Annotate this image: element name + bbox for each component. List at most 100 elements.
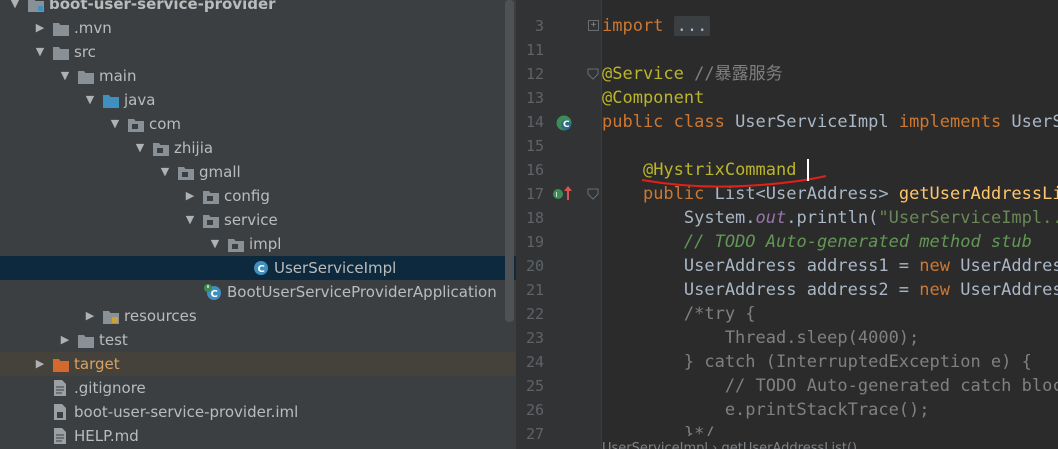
code-token: @Component (602, 88, 705, 108)
code-editor[interactable]: import ... @Service //暴露服务 @Component publi… (602, 0, 1058, 449)
tree-scrollbar[interactable] (505, 0, 514, 322)
module-folder-icon (28, 0, 44, 12)
tree-item-com[interactable]: ▼ com (0, 112, 516, 136)
chevron-down-icon[interactable]: ▼ (183, 208, 197, 232)
spring-boot-class-icon: C (203, 283, 221, 300)
code-line[interactable]: @Service //暴露服务 (602, 62, 783, 86)
chevron-down-icon[interactable]: ▼ (33, 40, 47, 64)
line-number: 22 (525, 305, 544, 323)
spring-bean-icon[interactable]: C (555, 114, 573, 132)
tree-item-help-md[interactable]: HELP.md (0, 424, 516, 448)
tree-item-main[interactable]: ▼ main (0, 64, 516, 88)
tree-item-label: .gitignore (74, 379, 146, 397)
code-token: UserService { (1011, 112, 1058, 132)
breadcrumb-text: UserServiceImpl › getUserAddressList() (602, 441, 858, 449)
line-number: 16 (525, 161, 544, 179)
package-icon (128, 117, 144, 132)
code-line[interactable]: // TODO Auto-generated method stub (602, 230, 1032, 254)
chevron-down-icon[interactable]: ▼ (108, 112, 122, 136)
chevron-down-icon[interactable]: ▼ (8, 0, 22, 16)
code-token: /*try { (683, 304, 756, 324)
chevron-down-icon[interactable]: ▼ (83, 88, 97, 112)
code-line[interactable]: } catch (InterruptedException e) { (602, 350, 1032, 374)
code-line[interactable]: System.out.println("UserServiceImpl.....… (602, 206, 1058, 230)
code-line[interactable]: @Component (602, 86, 704, 110)
code-token: import (602, 16, 674, 36)
package-icon (178, 165, 194, 180)
line-number: 23 (525, 329, 544, 347)
tree-item-label: zhijia (174, 139, 214, 157)
code-line[interactable]: /*try { (602, 302, 756, 326)
chevron-right-icon[interactable]: ▶ (58, 328, 72, 352)
chevron-right-icon[interactable]: ▶ (183, 184, 197, 208)
tree-item-label: boot-user-service-provider (49, 0, 276, 13)
tree-item-config[interactable]: ▶ config (0, 184, 516, 208)
package-icon (203, 189, 219, 204)
code-token: @Service (602, 64, 695, 84)
code-token: out (755, 208, 787, 228)
implements-method-icon[interactable]: I (551, 185, 573, 203)
code-token: "UserServiceImpl.....old..." (878, 208, 1058, 228)
tree-item-label: gmall (199, 163, 241, 181)
svg-text:C: C (258, 264, 265, 275)
tree-item-impl[interactable]: ▼ impl (0, 232, 516, 256)
tree-item-target[interactable]: ▶ target (0, 352, 516, 376)
tree-item-zhijia[interactable]: ▼ zhijia (0, 136, 516, 160)
code-line[interactable]: UserAddress address1 = new UserAddress(1… (602, 254, 1058, 278)
chevron-down-icon[interactable]: ▼ (58, 64, 72, 88)
line-number: 18 (525, 209, 544, 227)
line-number: 19 (525, 233, 544, 251)
tree-item-label: service (224, 211, 278, 229)
code-line[interactable]: public class UserServiceImpl implements … (602, 110, 1058, 134)
code-line[interactable]: import ... (602, 14, 711, 38)
code-token: getUserAddressList (898, 184, 1058, 204)
package-icon (228, 237, 244, 252)
line-number: 17 (525, 185, 544, 203)
tree-item-mvn[interactable]: ▶ .mvn (0, 16, 516, 40)
line-number: 11 (525, 41, 544, 59)
chevron-down-icon[interactable]: ▼ (208, 232, 222, 256)
tree-item-bootuserserviceproviderapplication[interactable]: C BootUserServiceProviderApplication (0, 280, 516, 304)
package-icon (203, 213, 219, 228)
fold-collapse-class[interactable] (587, 68, 599, 80)
tree-item-java[interactable]: ▼ java (0, 88, 516, 112)
code-token: public class (602, 112, 736, 132)
chevron-down-icon[interactable]: ▼ (133, 136, 147, 160)
line-number: 3 (534, 17, 544, 35)
code-line[interactable]: e.printStackTrace(); (602, 398, 930, 422)
tree-item-gmall[interactable]: ▼ gmall (0, 160, 516, 184)
tree-item-boot-user-service-provider[interactable]: ▼ boot-user-service-provider (0, 0, 516, 16)
tree-item-label: boot-user-service-provider.iml (74, 403, 299, 421)
tree-item-resources[interactable]: ▶ resources (0, 304, 516, 328)
tree-item-test[interactable]: ▶ test (0, 328, 516, 352)
chevron-right-icon[interactable]: ▶ (33, 352, 47, 376)
package-icon (153, 141, 169, 156)
chevron-right-icon[interactable]: ▶ (33, 16, 47, 40)
tree-item-boot-user-service-provider-iml[interactable]: boot-user-service-provider.iml (0, 400, 516, 424)
fold-collapse-method[interactable] (587, 188, 599, 200)
chevron-down-icon[interactable]: ▼ (158, 160, 172, 184)
code-token: } catch (InterruptedException e) { (602, 352, 1032, 372)
code-token: new (919, 280, 961, 300)
line-number: 26 (525, 401, 544, 419)
line-number: 15 (525, 137, 544, 155)
tree-item-service[interactable]: ▼ service (0, 208, 516, 232)
code-line[interactable]: UserAddress address2 = new UserAddress(2… (602, 278, 1058, 302)
folder-icon (78, 333, 94, 348)
resources-folder-icon (103, 309, 119, 324)
editor-breadcrumb[interactable]: UserServiceImpl › getUserAddressList() (602, 436, 1058, 449)
tree-item-userserviceimpl[interactable]: C UserServiceImpl (0, 256, 516, 280)
fold-expand-import[interactable]: + (588, 20, 599, 31)
code-line[interactable]: // TODO Auto-generated catch block (602, 374, 1058, 398)
tree-item-src[interactable]: ▼ src (0, 40, 516, 64)
code-line[interactable]: Thread.sleep(4000); (602, 326, 919, 350)
code-token: // TODO Auto-generated method stub (683, 232, 1032, 252)
tree-item-gitignore[interactable]: .gitignore (0, 376, 516, 400)
code-token: e.printStackTrace(); (602, 400, 930, 420)
chevron-right-icon[interactable]: ▶ (83, 304, 97, 328)
tree-item-label: .mvn (74, 19, 112, 37)
code-token: ... (673, 16, 711, 36)
code-token: new (919, 256, 961, 276)
code-token: UserAddress( (960, 256, 1058, 276)
